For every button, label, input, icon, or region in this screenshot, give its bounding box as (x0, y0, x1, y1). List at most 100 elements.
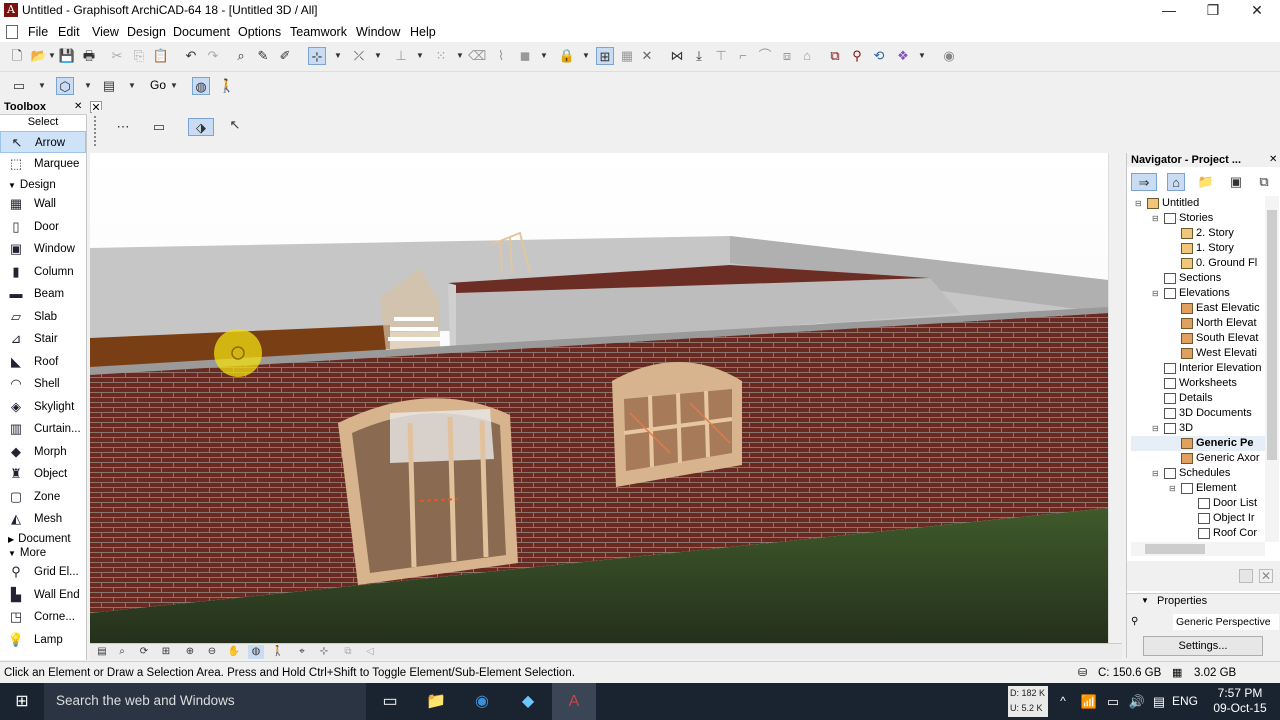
layout-book-icon[interactable]: ▣ (1227, 173, 1245, 191)
chevron-down-icon[interactable]: ▼ (48, 47, 56, 65)
close-icon[interactable]: ✕ (74, 101, 82, 112)
tree-item[interactable]: North Elevat (1131, 316, 1267, 331)
menu-design[interactable]: Design (121, 24, 172, 40)
layout-icon[interactable]: ▦ (618, 47, 636, 65)
tree-item[interactable]: Door List (1131, 496, 1267, 511)
tree-item[interactable]: 1. Story (1131, 241, 1267, 256)
tool-curtain-wall[interactable]: ▥ Curtain... (0, 418, 86, 440)
tool-roof[interactable]: ◣ Roof (0, 351, 86, 373)
eyedropper-icon[interactable]: ✎ (254, 47, 272, 65)
rectangle-method-icon[interactable]: ▭ (150, 118, 168, 136)
view-map-icon[interactable]: 📁 (1197, 173, 1215, 191)
tree-item[interactable]: ⊟ Stories (1131, 211, 1267, 226)
close-x-icon[interactable]: ✕ (638, 47, 656, 65)
pan-icon[interactable]: ✋ (226, 645, 242, 659)
adjust-icon[interactable]: ⊤ (712, 47, 730, 65)
tree-item[interactable]: Roof Cor (1131, 526, 1267, 541)
group-design[interactable]: ▼ Design (0, 176, 86, 194)
tree-toggle-icon[interactable]: ⊟ (1135, 196, 1147, 211)
tree-item[interactable]: 3D Documents (1131, 406, 1267, 421)
lock-icon[interactable]: 🔒 (558, 47, 576, 65)
menu-options[interactable]: Options (232, 24, 287, 40)
tool-stair[interactable]: ⊿ Stair (0, 328, 86, 350)
tree-item[interactable]: Generic Axor (1131, 451, 1267, 466)
tool-wall[interactable]: ▦ Wall (0, 193, 86, 215)
menu-window[interactable]: Window (350, 24, 406, 40)
new-icon[interactable]: 🗋 (8, 47, 26, 65)
tool-grid-element[interactable]: ⚲ Grid El... (0, 561, 86, 583)
tree-item[interactable]: East Elevatic (1131, 301, 1267, 316)
tree-item[interactable]: West Elevati (1131, 346, 1267, 361)
align-icon[interactable]: ⊥ (392, 47, 410, 65)
tree-item[interactable]: Interior Elevation (1131, 361, 1267, 376)
settings-button[interactable]: Settings... (1143, 636, 1263, 656)
cut-icon[interactable]: ✂ (108, 47, 126, 65)
chevron-down-icon[interactable]: ▼ (84, 77, 92, 95)
render-icon[interactable]: ❖ (894, 47, 912, 65)
browser-icon[interactable]: ◉ (460, 683, 504, 720)
tree-item[interactable]: ⊟ Schedules (1131, 466, 1267, 481)
tree-item[interactable]: Object Ir (1131, 511, 1267, 526)
tree-item[interactable]: South Elevat (1131, 331, 1267, 346)
chevron-down-icon[interactable]: ▼ (334, 47, 342, 65)
bimx-icon[interactable]: ◉ (940, 47, 958, 65)
document-icon[interactable] (6, 25, 18, 39)
curtain-edit-icon[interactable]: ⌇ (492, 47, 510, 65)
tool-mesh[interactable]: ◭ Mesh (0, 508, 86, 530)
chevron-down-icon[interactable]: ▼ (38, 77, 46, 95)
tool-column[interactable]: ▮ Column (0, 261, 86, 283)
eraser-icon[interactable]: ⌫ (468, 47, 486, 65)
chevron-down-icon[interactable]: ▼ (374, 47, 382, 65)
zoom-in-icon[interactable]: ⊕ (182, 645, 198, 659)
walk-icon[interactable]: 🚶 (218, 77, 236, 95)
archicad-taskbar-icon[interactable]: A (552, 683, 596, 720)
find-select-icon[interactable]: ⌕ (232, 47, 250, 65)
tool-door[interactable]: ▯ Door (0, 216, 86, 238)
open-icon[interactable]: 📂 (30, 47, 48, 65)
copy-icon[interactable]: ⎘ (130, 47, 148, 65)
chevron-down-icon[interactable]: ▼ (582, 47, 590, 65)
chevron-up-icon[interactable]: ^ (1052, 683, 1074, 720)
chevron-left-icon[interactable]: ◁ (362, 645, 378, 659)
explore-icon[interactable]: 🚶 (270, 645, 286, 659)
selection-method-icon[interactable]: ⋯ (114, 118, 132, 136)
menu-teamwork[interactable]: Teamwork (284, 24, 353, 40)
chevron-down-icon[interactable]: ▼ (1141, 596, 1149, 605)
group-more[interactable]: ▼ More (0, 544, 86, 562)
chevron-down-icon[interactable]: ▼ (918, 47, 926, 65)
tool-zone[interactable]: ▢ Zone (0, 486, 86, 508)
menu-file[interactable]: File (22, 24, 54, 40)
tree-horizontal-scrollbar[interactable] (1131, 542, 1265, 556)
split-icon[interactable]: ⤓ (690, 47, 708, 65)
layout-book-icon[interactable]: ▤ (100, 77, 118, 95)
tree-toggle-icon[interactable]: ⊟ (1152, 286, 1164, 301)
go-button[interactable]: Go (150, 78, 166, 92)
publisher-sets-icon[interactable]: ⧉ (1255, 173, 1273, 191)
tree-item[interactable]: ⊟ Untitled (1131, 196, 1267, 211)
tool-marquee[interactable]: ⬚ Marquee (0, 153, 86, 175)
fit-in-window-icon[interactable]: ⌖ (294, 645, 310, 659)
tree-item[interactable]: ⊟ Element (1131, 481, 1267, 496)
chevron-down-icon[interactable]: ▼ (416, 47, 424, 65)
trace-icon[interactable]: ⟲ (870, 47, 888, 65)
orbit-mode-icon[interactable]: ◍ (248, 645, 264, 659)
delete-icon[interactable]: ✕ (1259, 569, 1273, 583)
camera-icon[interactable]: ⧉ (340, 645, 356, 659)
close-icon[interactable]: ✕ (1269, 154, 1277, 165)
tool-wall-end[interactable]: ▙ Wall End (0, 584, 86, 606)
volume-icon[interactable]: 🔊 (1126, 683, 1148, 720)
tree-item[interactable]: 2. Story (1131, 226, 1267, 241)
roof-tool-icon[interactable]: ⌂ (798, 47, 816, 65)
file-explorer-icon[interactable]: 📁 (414, 683, 458, 720)
zoom-out-icon[interactable]: ⊖ (204, 645, 220, 659)
tree-item[interactable]: Generic Pe (1131, 436, 1267, 451)
fit-icon[interactable]: ⌕ (114, 645, 130, 659)
language-indicator[interactable]: ENG (1172, 694, 1198, 708)
menu-help[interactable]: Help (404, 24, 442, 40)
tree-item[interactable]: Details (1131, 391, 1267, 406)
store-icon[interactable]: ◆ (506, 683, 550, 720)
redo-icon[interactable]: ↷ (204, 47, 222, 65)
clock[interactable]: 7:57 PM 09-Oct-15 (1212, 686, 1268, 716)
gravity-icon[interactable]: ⊹ (308, 47, 326, 65)
start-button[interactable]: ⊞ (0, 683, 44, 720)
